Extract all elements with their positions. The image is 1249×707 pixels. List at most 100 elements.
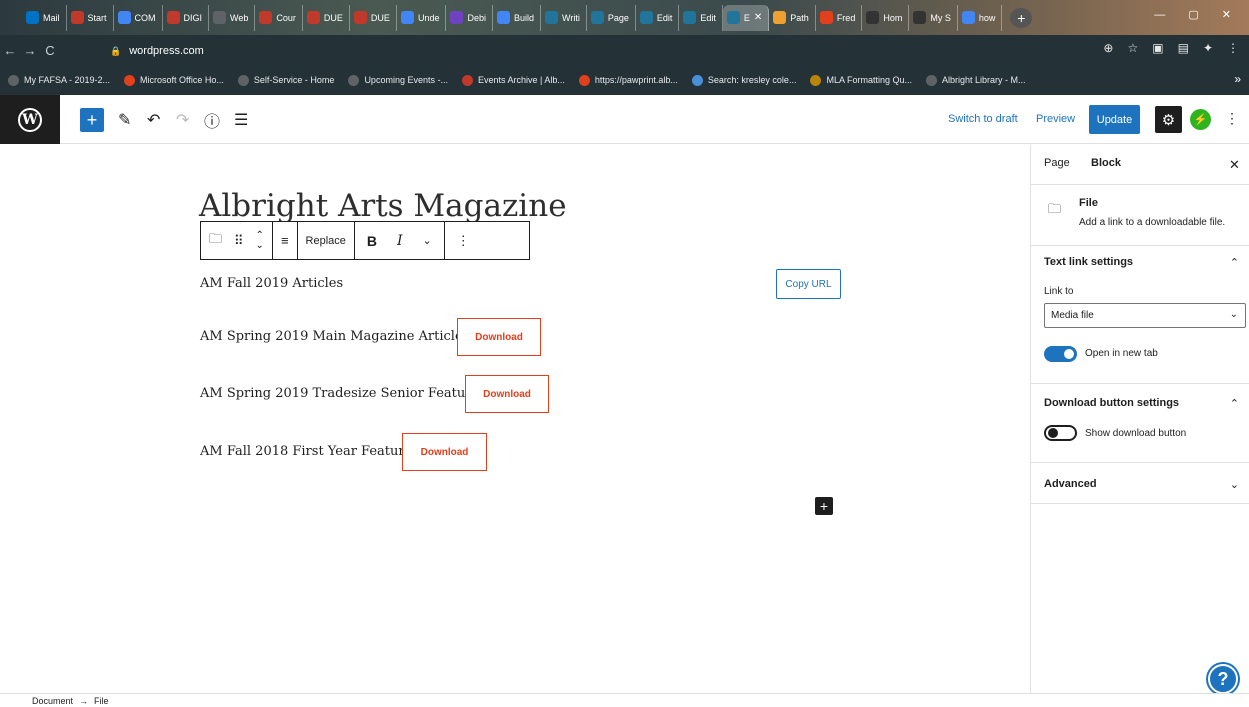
- chevron-down-icon: ⌄: [1229, 309, 1238, 320]
- file-link-1[interactable]: AM Fall 2019 Articles: [200, 276, 343, 291]
- bookmark-label: Microsoft Office Ho...: [140, 75, 224, 85]
- undo-icon[interactable]: ↶: [147, 108, 160, 132]
- browser-tab[interactable]: DUE: [350, 4, 397, 31]
- menu-kebab-icon[interactable]: ⋮: [1227, 41, 1239, 55]
- browser-tab[interactable]: Start: [67, 4, 114, 31]
- bookmark-item[interactable]: https://pawprint.alb...: [578, 74, 678, 86]
- download-button-3[interactable]: Download: [465, 375, 549, 413]
- google-icon: [961, 11, 975, 24]
- add-icon[interactable]: ⊕: [1103, 41, 1113, 55]
- browser-tab-label: DUE: [370, 12, 390, 23]
- more-options-icon[interactable]: ⋮: [1225, 110, 1239, 127]
- wordpress-logo-button[interactable]: W: [0, 95, 60, 144]
- more-formats-chevron-icon[interactable]: ⌄: [423, 234, 432, 247]
- preview-button[interactable]: Preview: [1036, 113, 1075, 125]
- advanced-panel-heading[interactable]: Advanced: [1044, 478, 1097, 490]
- browser-tab[interactable]: Edit: [636, 4, 680, 31]
- redo-icon[interactable]: ↷: [176, 108, 189, 132]
- chevron-down-icon[interactable]: ⌄: [1230, 478, 1239, 491]
- link-to-select[interactable]: Media file ⌄: [1044, 303, 1246, 328]
- drag-handle-icon[interactable]: ⠿: [234, 233, 244, 249]
- reload-icon[interactable]: C: [40, 43, 60, 58]
- globe-icon: [213, 11, 227, 24]
- chevron-up-icon[interactable]: ⌃: [1230, 256, 1239, 269]
- browser-tab[interactable]: Web: [209, 4, 256, 31]
- bookmark-item[interactable]: Events Archive | Alb...: [461, 74, 565, 86]
- file-link-4[interactable]: AM Fall 2018 First Year Feature: [200, 444, 412, 459]
- block-inserter-button[interactable]: +: [815, 497, 833, 515]
- bookmark-label: Upcoming Events -...: [364, 75, 448, 85]
- download-button-2[interactable]: Download: [457, 318, 541, 356]
- list-view-icon[interactable]: ☰: [234, 108, 248, 132]
- browser-tab[interactable]: E ✕: [722, 4, 770, 31]
- align-icon[interactable]: ≡: [281, 233, 289, 248]
- jetpack-icon[interactable]: ⚡: [1190, 109, 1211, 130]
- open-new-tab-toggle[interactable]: [1044, 346, 1077, 362]
- browser-tab[interactable]: Debi: [446, 4, 493, 31]
- browser-tab[interactable]: Writi: [541, 4, 587, 31]
- bookmark-item[interactable]: Microsoft Office Ho...: [124, 74, 224, 86]
- bookmark-item[interactable]: MLA Formatting Qu...: [810, 74, 912, 86]
- bookmark-item[interactable]: Albright Library - M...: [925, 74, 1026, 86]
- browser-tab[interactable]: Fred: [816, 4, 863, 31]
- download-button-4[interactable]: Download: [402, 433, 487, 471]
- browser-tab[interactable]: Mail: [22, 4, 67, 31]
- download-button-settings-heading[interactable]: Download button settings: [1044, 397, 1179, 409]
- browser-tab[interactable]: DIGI: [163, 4, 210, 31]
- browser-tab[interactable]: Page: [587, 4, 636, 31]
- browser-tab[interactable]: Edit: [679, 4, 723, 31]
- puzzle-icon[interactable]: ✦: [1203, 41, 1213, 55]
- new-tab-button[interactable]: +: [1010, 7, 1033, 28]
- info-icon[interactable]: ⓘ: [204, 108, 220, 132]
- browser-tab[interactable]: DUE: [303, 4, 350, 31]
- tab-block[interactable]: Block: [1091, 157, 1121, 169]
- close-tab-icon[interactable]: ✕: [754, 12, 762, 23]
- help-icon[interactable]: ?: [1208, 664, 1238, 694]
- window-controls[interactable]: — ▢ ✕: [1154, 8, 1241, 21]
- add-block-button[interactable]: +: [80, 108, 104, 132]
- bookmark-item[interactable]: Search: kresley cole...: [691, 74, 796, 86]
- update-button[interactable]: Update: [1089, 105, 1140, 134]
- docs-extension-icon[interactable]: ▤: [1178, 41, 1189, 55]
- bookmark-favicon-icon: [810, 74, 822, 86]
- browser-tab[interactable]: Hom: [862, 4, 910, 31]
- bookmark-item[interactable]: Self-Service - Home: [237, 74, 334, 86]
- browser-tab[interactable]: Path: [769, 4, 816, 31]
- text-link-settings-heading[interactable]: Text link settings: [1044, 256, 1133, 268]
- tab-page[interactable]: Page: [1044, 157, 1070, 169]
- bookmark-item[interactable]: My FAFSA - 2019-2...: [8, 74, 110, 86]
- replace-button[interactable]: Replace: [306, 235, 346, 247]
- file-link-2[interactable]: AM Spring 2019 Main Magazine Articles: [200, 329, 469, 344]
- breadcrumb-document[interactable]: Document: [32, 696, 73, 706]
- divider: [1031, 383, 1249, 384]
- browser-tab[interactable]: COM: [114, 4, 163, 31]
- browser-tab-bar: Mail Start COM DIGI Web Cour DUE DUE Unde Debi Bui…: [0, 0, 1249, 35]
- breadcrumb-file[interactable]: File: [94, 696, 109, 706]
- pencil-icon[interactable]: ✎: [118, 108, 131, 132]
- chevron-up-icon[interactable]: ⌃: [1230, 397, 1239, 410]
- forward-icon[interactable]: →: [20, 43, 40, 58]
- page-title[interactable]: Albright Arts Magazine: [199, 188, 567, 224]
- italic-button[interactable]: I: [397, 233, 403, 249]
- bold-button[interactable]: B: [367, 233, 377, 249]
- block-options-icon[interactable]: ⋮: [453, 233, 474, 249]
- copy-url-button[interactable]: Copy URL: [776, 269, 841, 299]
- url-input[interactable]: 🔒 wordpress.com: [102, 40, 1082, 62]
- browser-tab[interactable]: how: [958, 4, 1003, 31]
- browser-tab[interactable]: My S: [909, 4, 958, 31]
- bookmark-item[interactable]: Upcoming Events -...: [348, 74, 448, 86]
- folder-icon[interactable]: 🗀: [209, 230, 222, 252]
- close-icon[interactable]: ✕: [1229, 157, 1240, 173]
- settings-gear-icon[interactable]: ⚙: [1155, 106, 1182, 133]
- show-download-button-toggle[interactable]: [1044, 425, 1077, 441]
- move-up-down-icon[interactable]: ⌃ ⌄: [256, 230, 264, 251]
- browser-tab[interactable]: Unde: [397, 4, 447, 31]
- switch-to-draft-button[interactable]: Switch to draft: [948, 113, 1018, 125]
- browser-tab[interactable]: Build: [493, 4, 541, 31]
- back-icon[interactable]: ←: [0, 43, 20, 58]
- extension-icon[interactable]: ▣: [1152, 41, 1163, 55]
- file-link-3[interactable]: AM Spring 2019 Tradesize Senior Feature: [200, 386, 479, 401]
- browser-tab[interactable]: Cour: [255, 4, 303, 31]
- star-icon[interactable]: ☆: [1127, 41, 1138, 55]
- bookmarks-overflow-icon[interactable]: »: [1234, 72, 1241, 86]
